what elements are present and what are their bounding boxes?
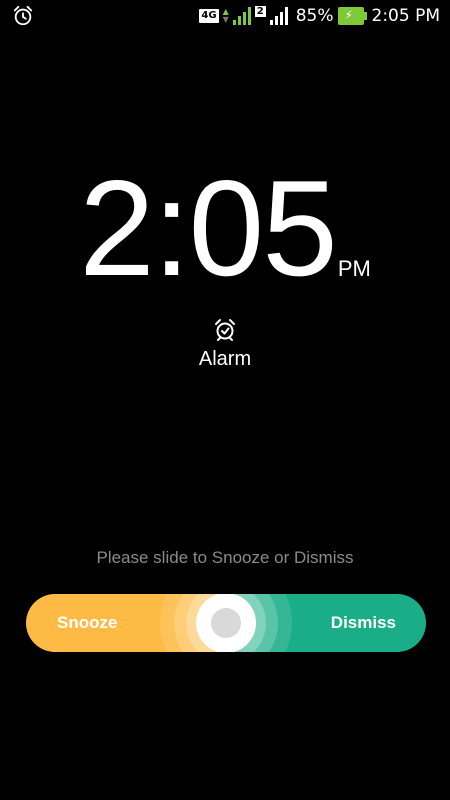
alarm-info: Alarm [0,318,450,371]
network-type-badge: 4G [199,9,219,23]
alarm-label: Alarm [198,348,252,370]
alarm-clock-icon [13,5,33,26]
battery-percent: 85% [295,6,334,26]
signal-sim1-icon [232,7,251,25]
data-activity-icon: ▲ ▼ [222,7,229,24]
status-time: 2:05 PM [371,6,441,26]
snooze-dismiss-slider[interactable]: Snooze Dismiss [26,594,426,652]
signal-sim2-icon [269,7,288,25]
clock-time: 2:05 [79,152,338,304]
slider-knob-center [211,608,241,638]
battery-charging-icon: ⚡ [337,7,367,25]
slide-hint: Please slide to Snooze or Dismiss [96,548,354,567]
slider-knob[interactable] [196,594,256,652]
alarm-clock-icon [215,319,235,341]
snooze-button[interactable]: Snooze [57,594,117,652]
status-bar: 4G ▲ ▼ 2 85% ⚡ 2:05 PM [0,0,450,32]
alarm-clock-display: 2:05PM [0,152,450,304]
sim2-badge: 2 [254,6,266,17]
dismiss-button[interactable]: Dismiss [331,594,396,652]
status-indicators: 4G ▲ ▼ 2 85% ⚡ 2:05 PM [199,4,440,28]
clock-ampm: PM [337,256,371,281]
